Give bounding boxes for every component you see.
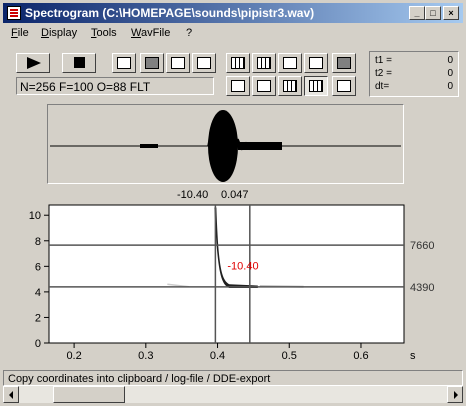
layout-button-3[interactable] <box>278 76 302 96</box>
t1-value: 0 <box>447 55 453 66</box>
stop-button[interactable] <box>62 53 96 73</box>
grid-icon <box>257 57 271 69</box>
layout-button-4[interactable] <box>304 76 328 96</box>
export-icon <box>283 57 297 69</box>
dt-label: dt= <box>375 81 390 92</box>
t2-value: 0 <box>447 68 453 79</box>
maximize-button[interactable]: □ <box>425 6 441 20</box>
window-icon <box>309 57 323 69</box>
copy-button[interactable] <box>112 53 136 73</box>
layout-button-5[interactable] <box>332 76 356 96</box>
save-button[interactable] <box>140 53 164 73</box>
plot-frame[interactable] <box>48 204 405 344</box>
zoom-button[interactable] <box>166 53 190 73</box>
x-unit-label: s <box>410 350 416 362</box>
arrow-right-icon <box>454 391 458 399</box>
x-tick-label: 0.3 <box>138 350 153 362</box>
envelope-button[interactable] <box>192 53 216 73</box>
play-icon <box>27 57 41 69</box>
window-title: Spectrogram (C:\HOMEPAGE\sounds\pipistr3… <box>25 6 315 20</box>
waveform-pre-burst <box>140 144 158 148</box>
play-button[interactable] <box>16 53 50 73</box>
t2-label: t2 = <box>375 68 392 79</box>
spectrogram-window: Spectrogram (C:\HOMEPAGE\sounds\pipistr3… <box>0 0 466 406</box>
layout-button-2[interactable] <box>252 76 276 96</box>
minimize-button[interactable]: _ <box>409 6 425 20</box>
zoom-icon <box>171 57 185 69</box>
layout-icon-3 <box>283 80 297 92</box>
save-icon <box>145 57 159 69</box>
scroll-thumb[interactable] <box>53 386 125 403</box>
x-tick-label: 0.6 <box>353 350 368 362</box>
tool-button-3[interactable] <box>278 53 302 73</box>
menu-bar: File Display Tools WavFile ? <box>3 24 463 42</box>
table-icon <box>231 57 245 69</box>
y-tick-label: 2 <box>35 312 41 324</box>
menu-file[interactable]: File <box>11 27 29 39</box>
copy-icon <box>117 57 131 69</box>
y-tick-label: 0 <box>35 338 41 350</box>
frequency-cursor-label: 4390 <box>410 282 434 294</box>
tool-button-1[interactable] <box>226 53 250 73</box>
layout-button-1[interactable] <box>226 76 250 96</box>
dt-value: 0 <box>447 81 453 92</box>
waveform-svg <box>50 110 401 182</box>
y-axis: 0 2 4 6 8 10 <box>29 210 49 350</box>
spectrogram-chart[interactable]: 0 2 4 6 8 10 0.2 0.3 0.4 0.5 0.6 7660 4390 s -10.4… <box>0 200 466 368</box>
status-text: Copy coordinates into clipboard / log-fi… <box>8 373 271 385</box>
arrow-left-icon <box>9 391 13 399</box>
menu-display[interactable]: Display <box>41 27 77 39</box>
x-tick-label: 0.4 <box>210 350 225 362</box>
y-tick-label: 8 <box>35 236 41 248</box>
menu-help[interactable]: ? <box>186 27 192 39</box>
params-display: N=256 F=100 O=88 FLT <box>16 77 214 95</box>
scroll-left-button[interactable] <box>3 386 19 403</box>
frequency-marker-label: -10.40 <box>227 261 258 273</box>
x-tick-label: 0.5 <box>282 350 297 362</box>
scroll-right-button[interactable] <box>447 386 463 403</box>
tool-button-4[interactable] <box>304 53 328 73</box>
y-tick-label: 6 <box>35 261 41 273</box>
t1-label: t1 = <box>375 55 392 66</box>
x-tick-label: 0.2 <box>66 350 81 362</box>
status-bar: Copy coordinates into clipboard / log-fi… <box>3 370 463 386</box>
horizontal-scrollbar[interactable] <box>3 386 463 403</box>
stop-icon <box>74 57 85 68</box>
print-icon <box>337 57 351 69</box>
title-bar[interactable]: Spectrogram (C:\HOMEPAGE\sounds\pipistr3… <box>3 3 463 23</box>
waveform-tail <box>238 142 282 150</box>
waveform-panel[interactable] <box>47 104 404 184</box>
params-text: N=256 F=100 O=88 FLT <box>20 80 151 94</box>
cursor-readout: t1 = 0 t2 = 0 dt= 0 <box>369 51 459 97</box>
y-tick-label: 10 <box>29 210 41 222</box>
y-tick-label: 4 <box>35 287 41 299</box>
layout-icon-1 <box>231 80 245 92</box>
menu-tools[interactable]: Tools <box>91 27 117 39</box>
layout-icon-5 <box>337 80 351 92</box>
x-axis: 0.2 0.3 0.4 0.5 0.6 <box>66 343 369 362</box>
frequency-cursor-label: 7660 <box>410 240 434 252</box>
app-icon[interactable] <box>7 6 21 20</box>
menu-wavfile[interactable]: WavFile <box>131 27 170 39</box>
layout-icon-2 <box>257 80 271 92</box>
close-button[interactable]: × <box>443 6 459 20</box>
layout-icon-4 <box>309 80 323 92</box>
envelope-icon <box>197 57 211 69</box>
tool-button-2[interactable] <box>252 53 276 73</box>
print-button[interactable] <box>332 53 356 73</box>
